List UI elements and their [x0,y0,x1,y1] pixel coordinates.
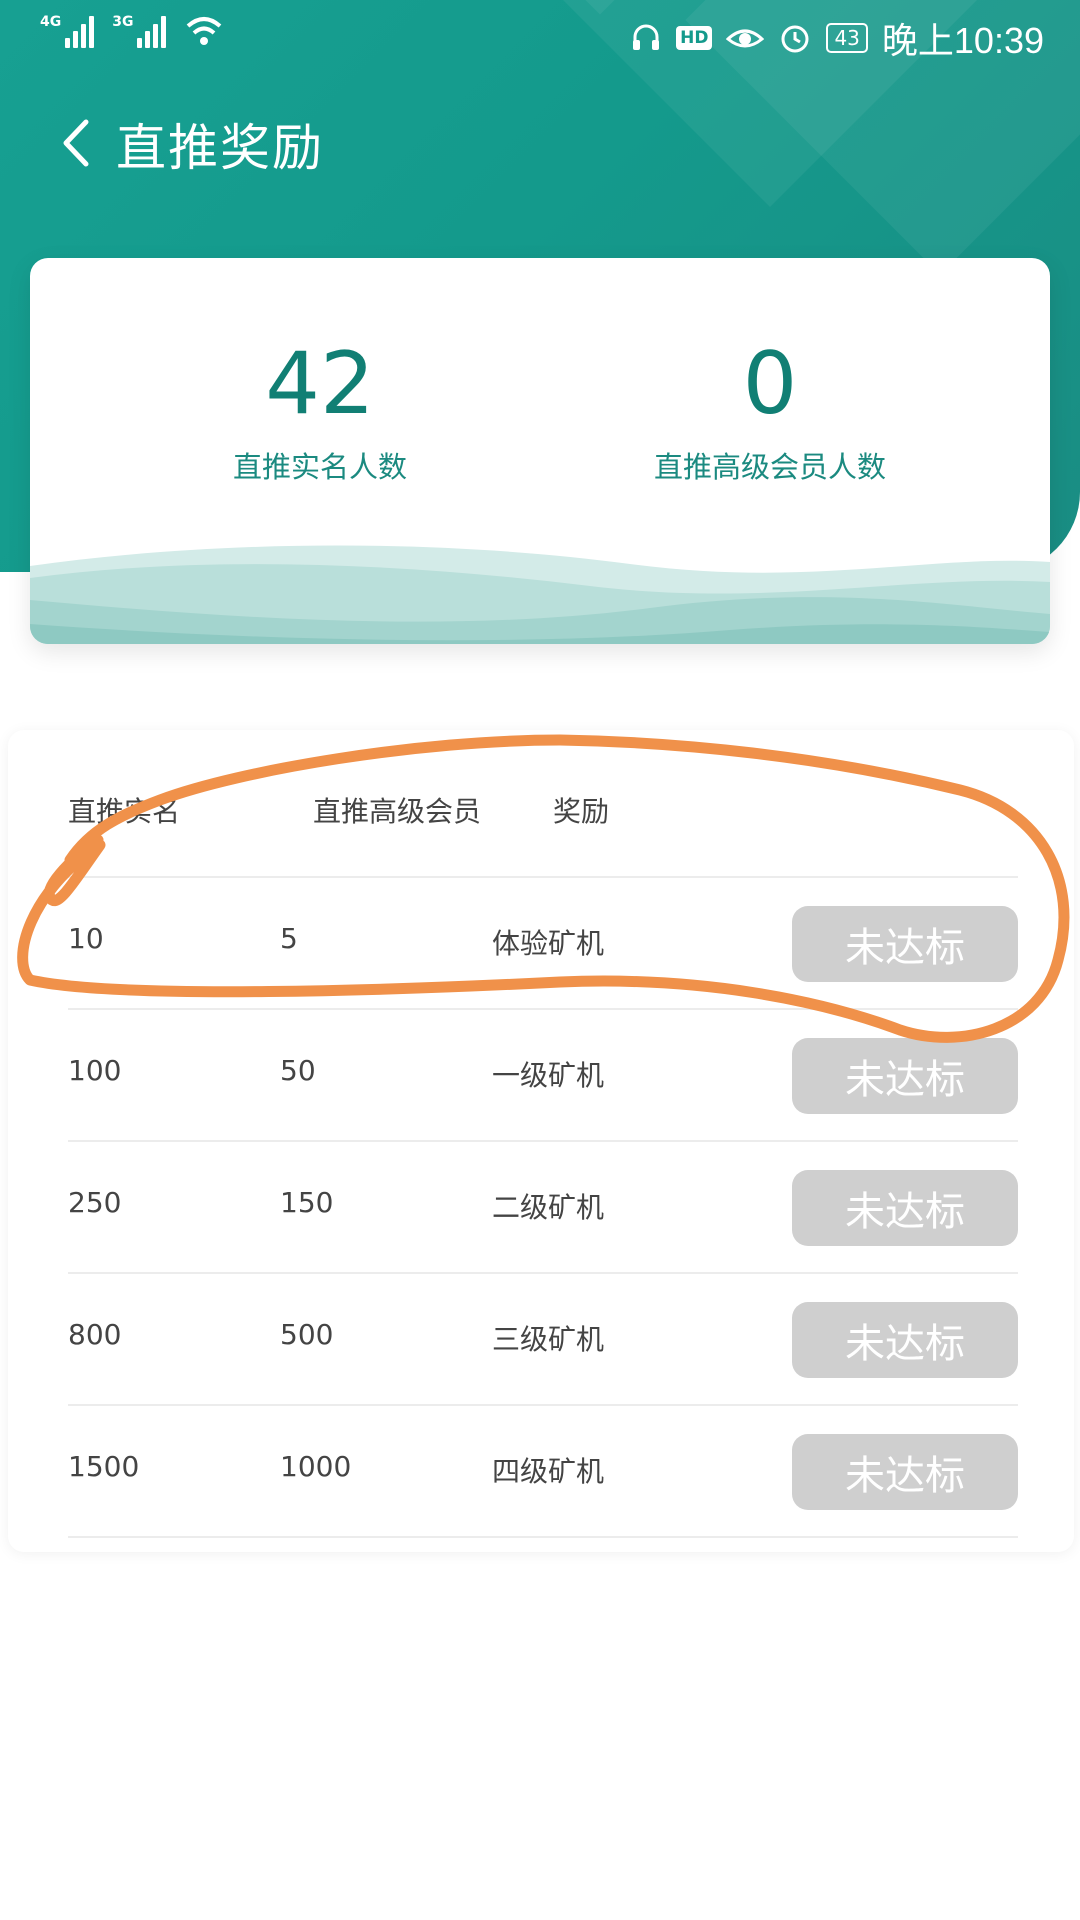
status-time: 晚上10:39 [881,20,1044,61]
wifi-icon [187,17,222,45]
status-button[interactable]: 未达标 [792,1302,1018,1378]
cell-reward: 三级矿机 [492,1323,605,1356]
eye-icon [726,29,765,48]
alarm-icon [781,25,809,53]
status-bar: 4G 3G HD 43 晚上10:39 [0,0,1080,72]
stat-label: 直推高级会员人数 [653,450,886,484]
headset-icon [633,24,660,50]
cell-senior-member: 50 [280,1054,316,1087]
hd-icon: HD [676,26,713,50]
back-arrow-icon[interactable] [56,116,96,170]
table-row: 1500 1000 四级矿机 未达标 [68,1406,1018,1536]
cell-senior-member: 1000 [280,1450,352,1483]
header-reward: 奖励 [553,795,610,828]
divider [68,1536,1018,1538]
cell-senior-member: 5 [280,922,298,955]
wave-decoration [30,545,1050,644]
cell-real-name: 1500 [68,1450,140,1483]
signal-4g-icon: 4G [40,14,95,48]
status-button[interactable]: 未达标 [792,1038,1018,1114]
stat-value: 0 [742,334,798,434]
reward-table: 直推实名 直推高级会员 奖励 10 5 体验矿机 未达标 100 50 一级矿机… [8,730,1074,1552]
table-header: 直推实名 直推高级会员 奖励 [68,790,1018,846]
cell-reward: 四级矿机 [492,1455,605,1488]
page-title: 直推奖励 [116,119,324,177]
table-row: 250 150 二级矿机 未达标 [68,1142,1018,1272]
cell-reward: 二级矿机 [492,1191,605,1224]
header-senior-member: 直推高级会员 [313,795,482,828]
navigation-bar: 直推奖励 [0,90,1080,190]
stat-value: 42 [265,334,375,434]
stat-label: 直推实名人数 [232,450,407,484]
header-real-name: 直推实名 [68,795,181,828]
table-row: 10 5 体验矿机 未达标 [68,878,1018,1008]
signal-3g-icon: 3G [112,14,167,48]
cell-real-name: 800 [68,1318,122,1351]
stats-card: 42 直推实名人数 0 直推高级会员人数 [30,258,1050,644]
stat-real-name-count: 42 直推实名人数 [90,334,550,486]
stat-senior-member-count: 0 直推高级会员人数 [540,334,1000,486]
cell-reward: 体验矿机 [492,927,605,960]
cell-real-name: 250 [68,1186,122,1219]
cell-senior-member: 150 [280,1186,334,1219]
cell-reward: 一级矿机 [492,1059,605,1092]
status-button[interactable]: 未达标 [792,1434,1018,1510]
cell-real-name: 10 [68,922,104,955]
cell-senior-member: 500 [280,1318,334,1351]
status-button[interactable]: 未达标 [792,1170,1018,1246]
cell-real-name: 100 [68,1054,122,1087]
status-button[interactable]: 未达标 [792,906,1018,982]
table-row: 800 500 三级矿机 未达标 [68,1274,1018,1404]
table-row: 100 50 一级矿机 未达标 [68,1010,1018,1140]
battery-icon: 43 [826,23,868,53]
